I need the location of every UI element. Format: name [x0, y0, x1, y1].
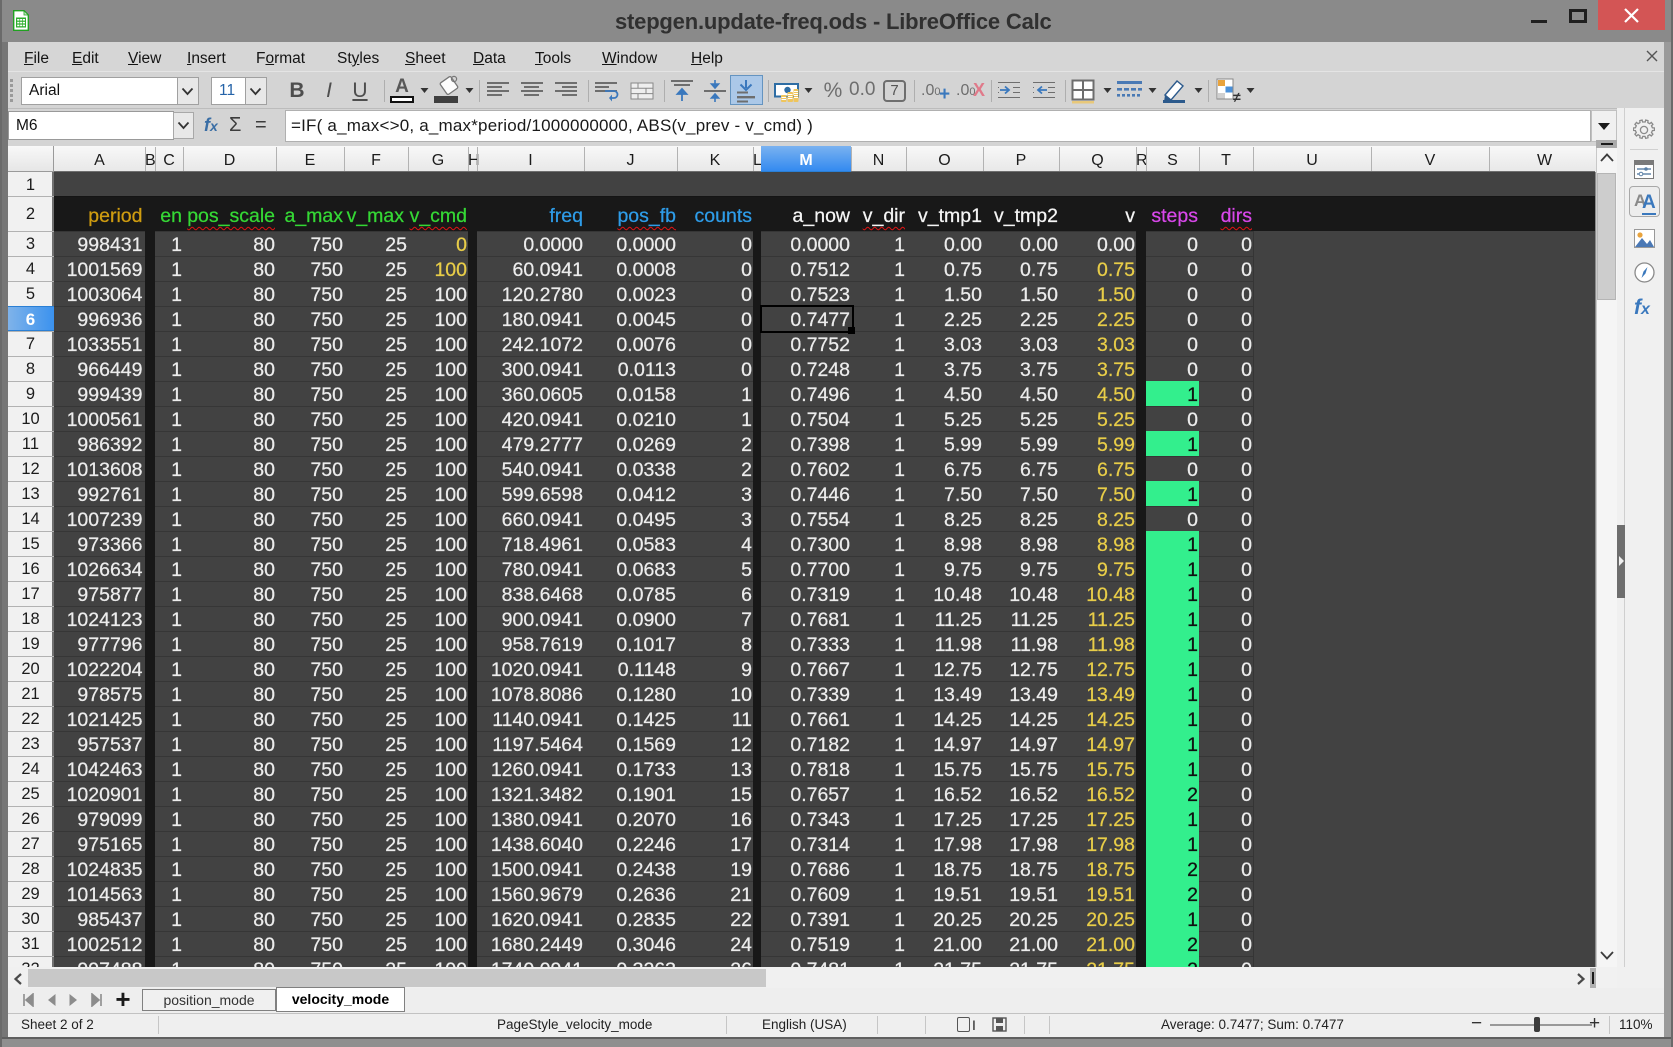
svg-text:≠: ≠ — [1233, 89, 1241, 104]
